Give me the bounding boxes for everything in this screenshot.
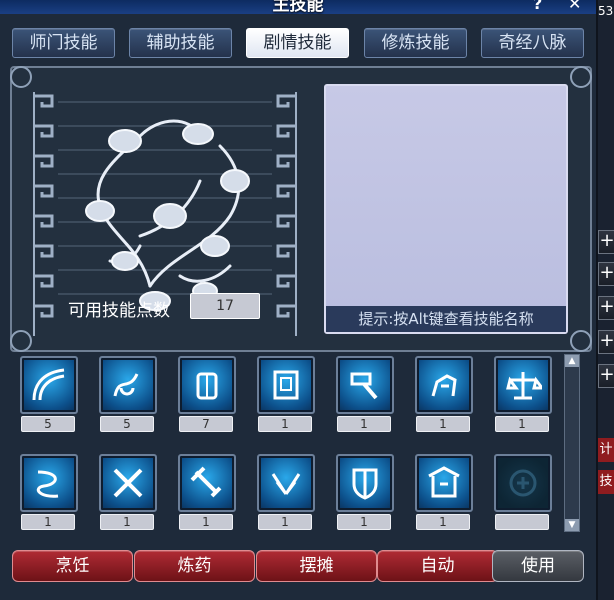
skill-slot[interactable] [415,454,473,512]
scroll-down-arrow-icon[interactable]: ▼ [565,519,579,531]
corner-ornament [10,330,32,352]
skill-level: 1 [337,514,391,530]
auto-button[interactable]: 自动 [377,550,498,582]
use-button[interactable]: 使用 [492,550,584,582]
skill-level: 1 [495,416,549,432]
side-panel: 53 + + + + + 计 技能 [598,0,614,600]
side-red-tab[interactable]: 计 [598,438,614,462]
skill-level: 1 [337,416,391,432]
skill-slot[interactable] [415,356,473,414]
scroll-document-icon [273,370,299,400]
skill-level: 1 [258,416,312,432]
side-number: 53 [598,4,614,18]
plus-icon[interactable]: + [598,364,614,388]
lantern-icon [196,372,218,400]
alchemy-button[interactable]: 炼药 [134,550,255,582]
tab-meridian-skills[interactable]: 奇经八脉 [481,28,584,58]
skill-slot[interactable] [178,454,236,512]
weighing-scale-icon [506,372,542,400]
skill-level: 5 [21,416,75,432]
skill-level: 1 [179,514,233,530]
skill-description-box: 提示:按Alt键查看技能名称 [324,84,568,334]
skill-tabs: 师门技能 辅助技能 剧情技能 修炼技能 奇经八脉 [12,28,584,60]
crossed-blades-icon [113,468,143,498]
hammer-icon [350,372,378,400]
tab-story-skills[interactable]: 剧情技能 [246,28,349,58]
curve-icon [32,368,65,401]
stall-button[interactable]: 摆摊 [256,550,377,582]
plus-icon[interactable]: + [598,230,614,254]
tab-school-skills[interactable]: 师门技能 [12,28,115,58]
title-bar: 主技能 ? ✕ [0,0,596,15]
skill-level: 1 [416,514,470,530]
skill-level: 5 [100,416,154,432]
skill-points-value: 17 [190,293,260,319]
skill-slot[interactable] [178,356,236,414]
skill-info-panel: 可用技能点数 17 提示:按Alt键查看技能名称 [10,66,592,352]
skill-level: 1 [100,514,154,530]
help-button[interactable]: ? [533,0,542,13]
skill-slot[interactable] [494,356,552,414]
cooking-button[interactable]: 烹饪 [12,550,133,582]
skill-level: 1 [416,416,470,432]
skill-level: 1 [258,514,312,530]
skill-slot[interactable] [20,356,78,414]
plus-icon[interactable]: + [598,296,614,320]
skill-slot[interactable] [257,356,315,414]
close-button[interactable]: ✕ [568,0,581,13]
skill-grid: 5 5 7 1 1 1 1 1 1 1 1 1 1 [16,356,556,532]
skill-points-label: 可用技能点数 [68,301,170,321]
tab-assist-skills[interactable]: 辅助技能 [129,28,232,58]
hint-text: 提示:按Alt键查看技能名称 [326,306,566,332]
skill-slot[interactable] [257,454,315,512]
action-bar: 烹饪 炼药 摆摊 自动 使用 [12,550,586,584]
skill-slot[interactable] [99,356,157,414]
empty-slot-icon [509,469,537,497]
plus-icon[interactable]: + [598,262,614,286]
plus-icon[interactable]: + [598,330,614,354]
corner-ornament [570,330,592,352]
horse-icon [431,374,457,397]
sword-icon [190,466,222,498]
scroll-spiral-icon [113,373,139,397]
serpent-icon [36,470,59,498]
skill-level: 7 [179,416,233,432]
corner-ornament [570,66,592,88]
skill-slot[interactable] [20,454,78,512]
skill-level [495,514,549,530]
window-title: 主技能 [272,0,324,15]
tab-cultivation-skills[interactable]: 修炼技能 [364,28,467,58]
skill-slot[interactable] [99,454,157,512]
wings-icon [271,473,301,495]
skill-slot-empty[interactable] [494,454,552,512]
skill-window: 主技能 ? ✕ 师门技能 辅助技能 剧情技能 修炼技能 奇经八脉 可用技能点数 … [0,0,598,600]
skill-grid-scrollbar[interactable]: ▲ ▼ [564,354,580,532]
corner-ornament [10,66,32,88]
pavilion-icon [428,466,460,498]
shield-banner-icon [352,468,378,500]
skill-slot[interactable] [336,356,394,414]
skill-level: 1 [21,514,75,530]
scroll-up-arrow-icon[interactable]: ▲ [565,355,579,367]
skill-slot[interactable] [336,454,394,512]
side-red-tab[interactable]: 技能 [598,470,614,494]
